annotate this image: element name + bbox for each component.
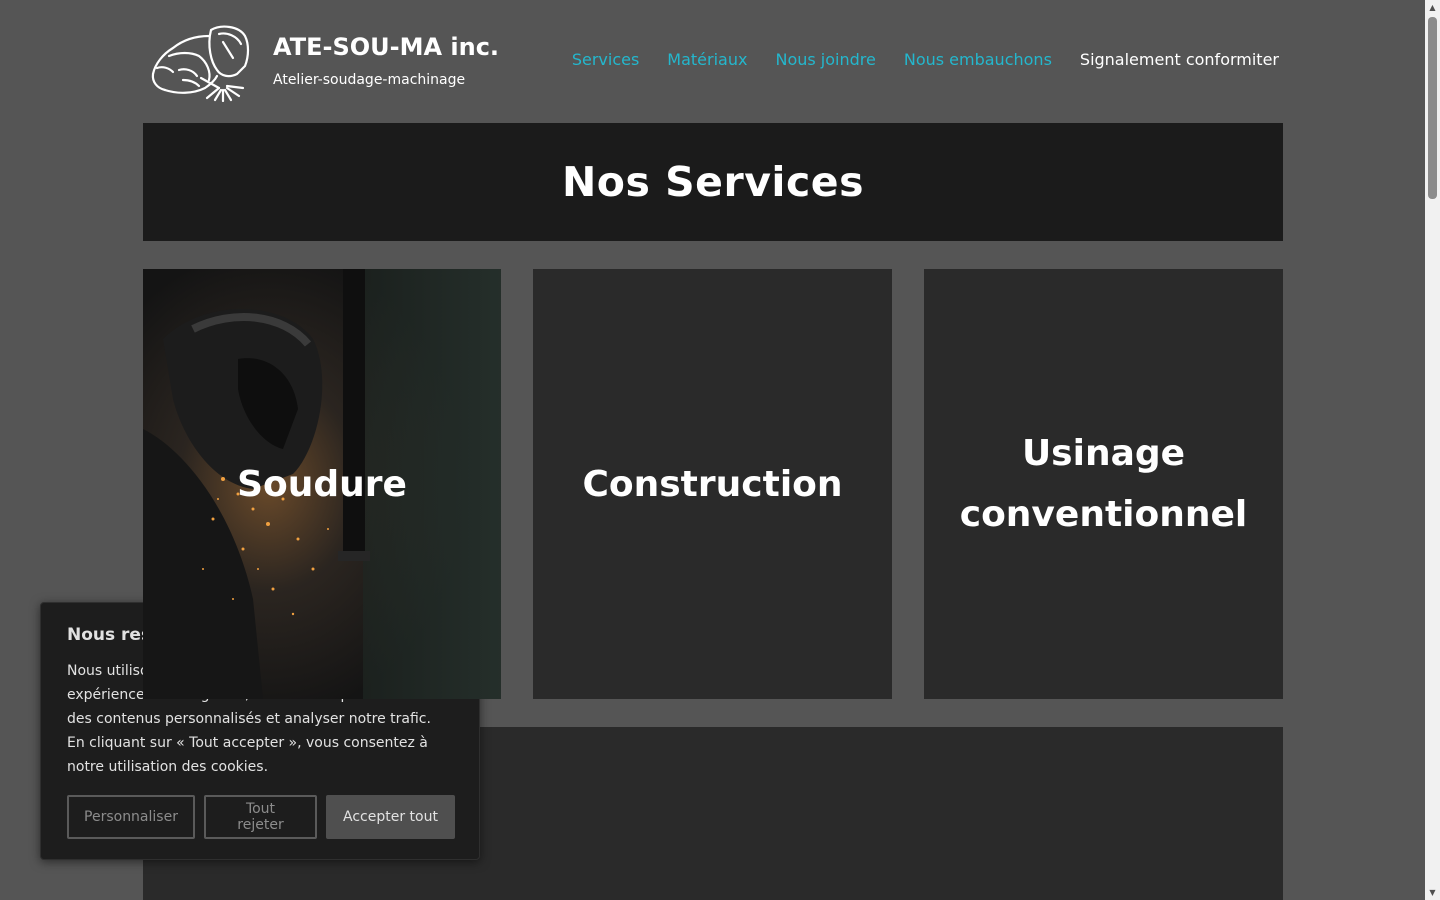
customize-button[interactable]: Personnaliser [67, 795, 195, 839]
page-title: Nos Services [561, 158, 864, 206]
nav-link-signalement[interactable]: Signalement conformiter [1080, 50, 1279, 69]
accept-all-button[interactable]: Accepter tout [326, 795, 455, 839]
site-header: ATE-SOU-MA inc. Atelier-soudage-machinag… [143, 0, 1283, 123]
service-card-soudure[interactable]: Soudure [143, 269, 501, 699]
page-title-banner: Nos Services [143, 123, 1283, 241]
scrollbar-thumb[interactable] [1428, 17, 1437, 199]
site-tagline: Atelier-soudage-machinage [273, 72, 466, 88]
nav-link-nous-joindre[interactable]: Nous joindre [775, 50, 875, 69]
site-title[interactable]: ATE-SOU-MA inc. [273, 33, 499, 61]
main-nav: Services Matériaux Nous joindre Nous emb… [572, 50, 1279, 69]
nav-link-services[interactable]: Services [572, 50, 639, 69]
reject-all-button[interactable]: Tout rejeter [204, 795, 317, 839]
scroll-up-arrow-icon[interactable]: ▲ [1425, 0, 1440, 15]
service-card-title: Construction [582, 463, 843, 505]
page: ATE-SOU-MA inc. Atelier-soudage-machinag… [0, 0, 1440, 900]
service-card-title: Soudure [237, 463, 407, 505]
welder-logo-icon[interactable] [149, 22, 259, 102]
scroll-down-arrow-icon[interactable]: ▼ [1425, 885, 1440, 900]
vertical-scrollbar[interactable]: ▲ ▼ [1425, 0, 1440, 900]
service-card-title: Usinage conventionnel [959, 433, 1248, 535]
service-card-construction[interactable]: Construction [533, 269, 892, 699]
cookie-buttons: Personnaliser Tout rejeter Accepter tout [67, 795, 455, 839]
nav-link-materiaux[interactable]: Matériaux [667, 50, 747, 69]
service-card-usinage[interactable]: Usinage conventionnel [924, 269, 1283, 699]
nav-link-nous-embauchons[interactable]: Nous embauchons [904, 50, 1052, 69]
